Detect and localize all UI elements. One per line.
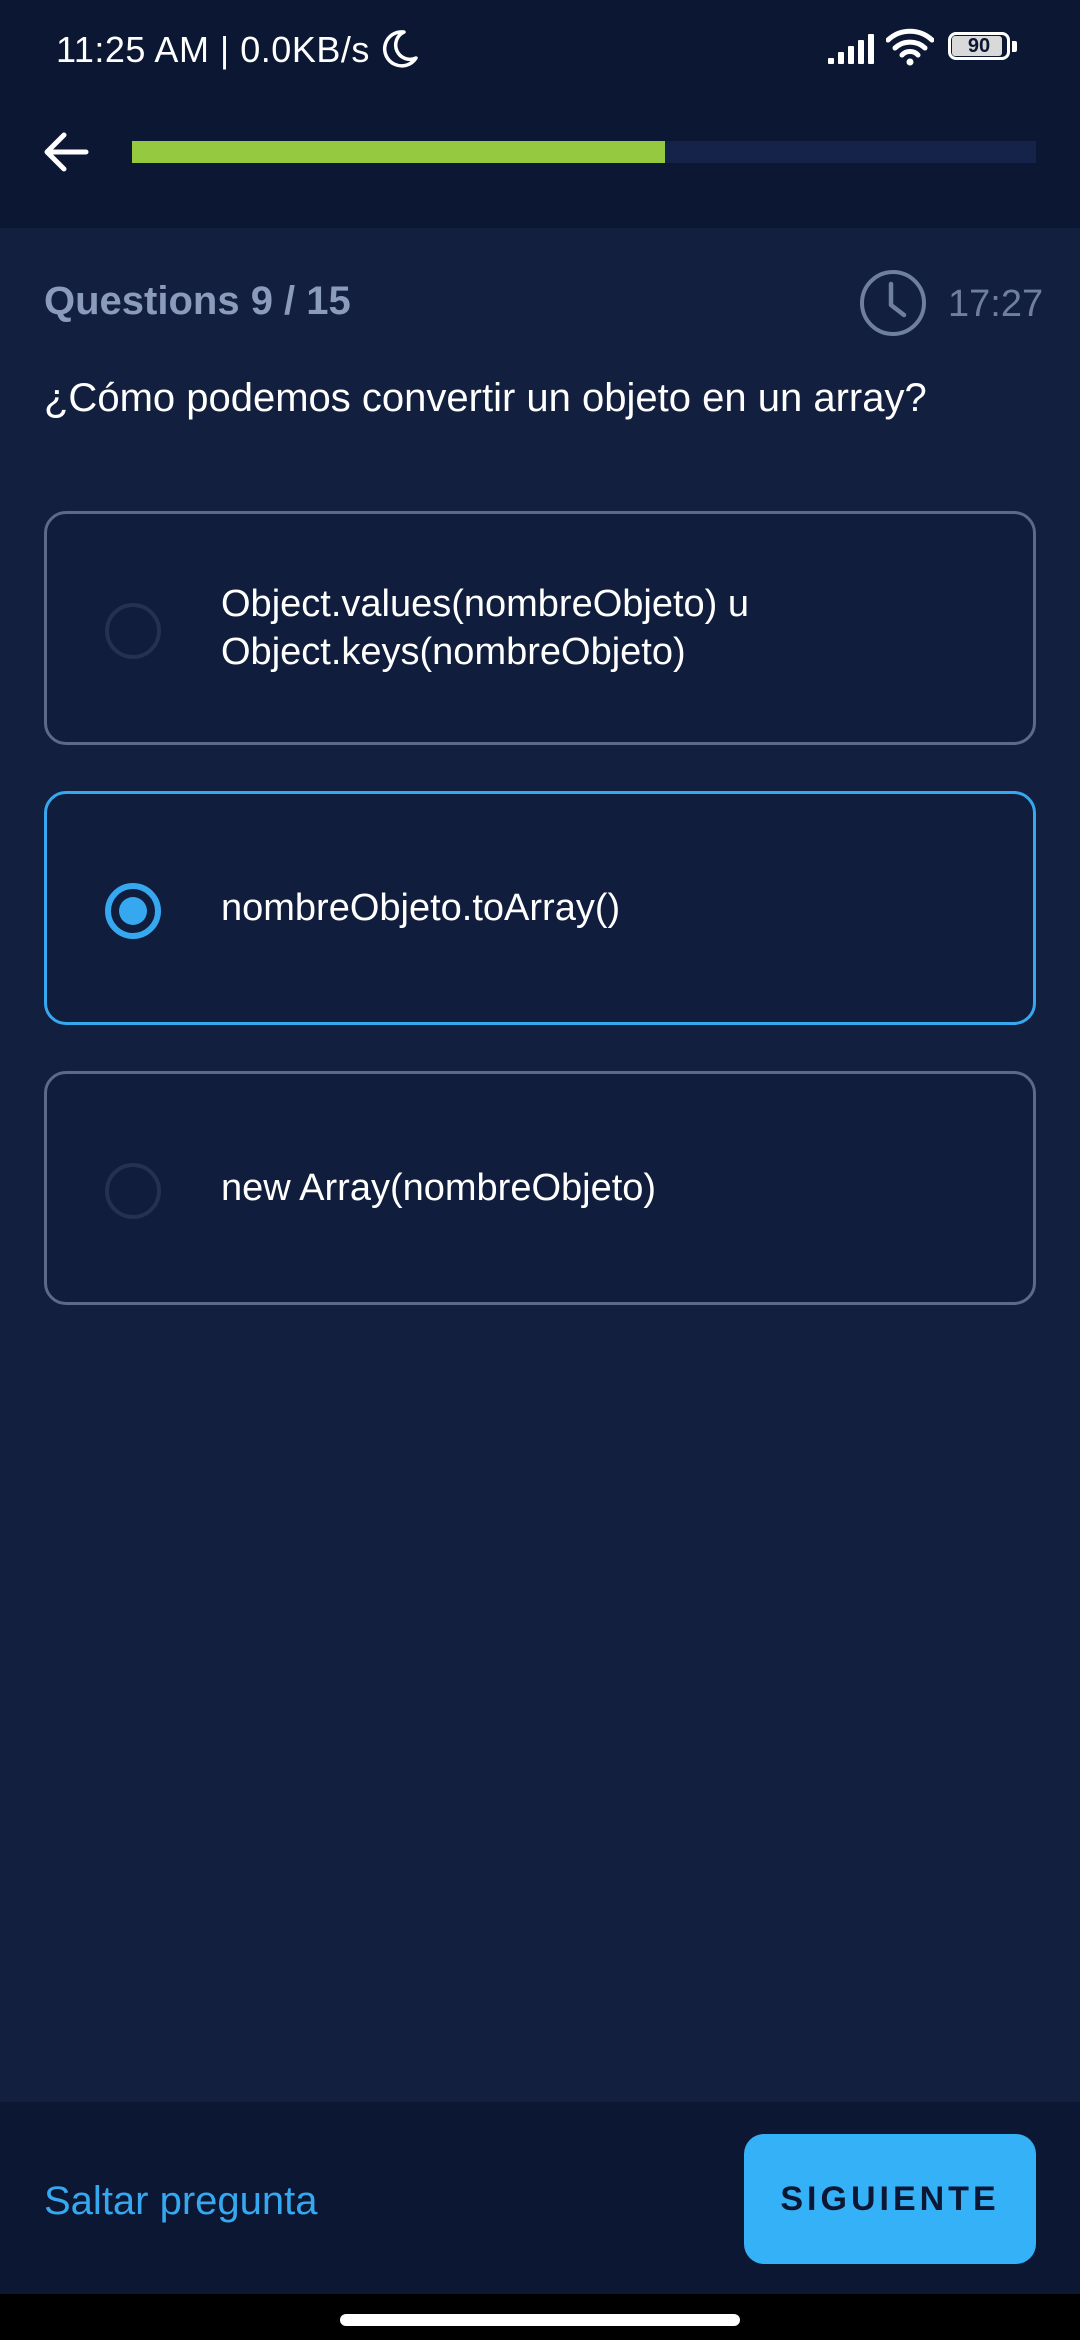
questions-counter: Questions 9 / 15 xyxy=(44,279,351,323)
answer-option-label: Object.values(nombreObjeto) u Object.key… xyxy=(221,583,750,673)
home-indicator[interactable] xyxy=(340,2314,740,2326)
quiz-progress-fill xyxy=(132,141,666,163)
answer-option-label: nombreObjeto.toArray() xyxy=(221,887,621,929)
clock-icon xyxy=(860,270,926,336)
battery-level: 90 xyxy=(967,35,991,57)
quiz-progress-bar xyxy=(132,141,1036,163)
answer-option[interactable]: new Array(nombreObjeto) xyxy=(44,1071,1036,1305)
back-arrow-icon[interactable] xyxy=(36,122,96,182)
top-bar: 11:25 AM | 0.0KB/s 90 xyxy=(0,0,1080,228)
radio-button[interactable] xyxy=(105,883,161,939)
answer-option[interactable]: nombreObjeto.toArray() xyxy=(44,791,1036,1025)
system-nav-area xyxy=(0,2294,1080,2340)
wifi-icon xyxy=(886,28,934,66)
skip-question-link[interactable]: Saltar pregunta xyxy=(44,2176,318,2226)
battery-indicator: 90 xyxy=(948,32,1018,62)
battery-tip xyxy=(1012,41,1017,52)
moon-icon xyxy=(382,30,418,68)
next-button[interactable]: SIGUIENTE xyxy=(744,2134,1036,2264)
radio-button[interactable] xyxy=(105,1163,161,1219)
question-text: ¿Cómo podemos convertir un objeto en un … xyxy=(44,376,927,420)
quiz-screen: 11:25 AM | 0.0KB/s 90 Questions 9 / 15 1… xyxy=(0,0,1080,2340)
answer-option[interactable]: Object.values(nombreObjeto) u Object.key… xyxy=(44,511,1036,745)
status-time: 11:25 AM | 0.0KB/s xyxy=(56,29,370,70)
answer-option-label: new Array(nombreObjeto) xyxy=(221,1167,657,1209)
signal-icon xyxy=(828,34,874,64)
timer: 17:27 xyxy=(948,283,1044,325)
radio-button[interactable] xyxy=(105,603,161,659)
